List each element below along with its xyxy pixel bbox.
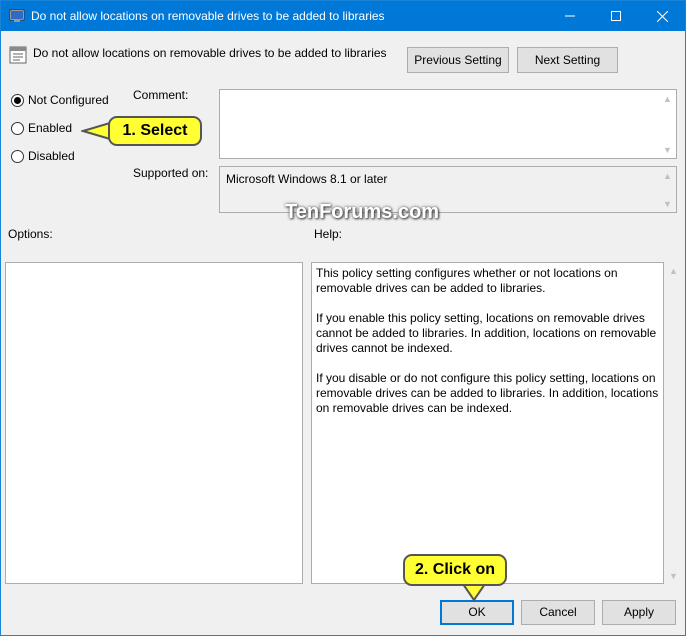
supported-scrollbar[interactable]: ▲ ▼ [659,167,676,212]
help-text: This policy setting configures whether o… [316,266,661,431]
previous-setting-button[interactable]: Previous Setting [407,47,509,73]
radio-indicator [11,149,24,163]
ok-button[interactable]: OK [440,600,514,625]
scroll-down-icon[interactable]: ▼ [659,195,676,212]
help-label: Help: [314,227,343,241]
help-pane: This policy setting configures whether o… [311,262,664,584]
scroll-up-icon[interactable]: ▲ [659,167,676,184]
policy-dialog: Do not allow locations on removable driv… [0,0,686,636]
options-label: Options: [8,227,53,241]
title-bar[interactable]: Do not allow locations on removable driv… [1,1,685,31]
scroll-down-icon[interactable]: ▼ [665,567,682,584]
policy-setting-icon [9,46,27,64]
callout-pointer-click [461,584,487,602]
policy-title: Do not allow locations on removable driv… [33,46,387,60]
supported-on-value: Microsoft Windows 8.1 or later [226,172,388,186]
radio-indicator [11,121,24,135]
window-title: Do not allow locations on removable driv… [31,9,385,23]
cancel-button[interactable]: Cancel [521,600,595,625]
maximize-button[interactable] [593,1,639,31]
close-button[interactable] [639,1,685,31]
next-setting-button[interactable]: Next Setting [517,47,618,73]
radio-label: Enabled [28,121,73,135]
callout-select: 1. Select [108,116,202,146]
help-paragraph: This policy setting configures whether o… [316,266,618,295]
radio-label: Disabled [28,149,75,163]
comment-textarea[interactable]: ▲ ▼ [219,89,677,159]
callout-click: 2. Click on [403,554,507,586]
callout-pointer-select [81,121,111,141]
help-paragraph: If you enable this policy setting, locat… [316,311,657,355]
policy-app-icon [9,8,25,24]
comment-scrollbar[interactable]: ▲ ▼ [659,90,676,158]
scroll-down-icon[interactable]: ▼ [659,141,676,158]
radio-enabled[interactable]: Enabled [11,120,72,136]
minimize-button[interactable] [547,1,593,31]
radio-label: Not Configured [28,93,109,107]
radio-disabled[interactable]: Disabled [11,148,75,164]
comment-label: Comment: [133,88,189,102]
scroll-up-icon[interactable]: ▲ [665,262,682,279]
options-pane [5,262,303,584]
radio-not-configured[interactable]: Not Configured [11,92,109,108]
help-scrollbar[interactable]: ▲ ▼ [665,262,682,584]
radio-selected-indicator [11,93,24,107]
help-paragraph: If you disable or do not configure this … [316,371,659,415]
supported-on-label: Supported on: [133,166,209,180]
watermark: TenForums.com [285,201,440,223]
apply-button[interactable]: Apply [602,600,676,625]
scroll-up-icon[interactable]: ▲ [659,90,676,107]
